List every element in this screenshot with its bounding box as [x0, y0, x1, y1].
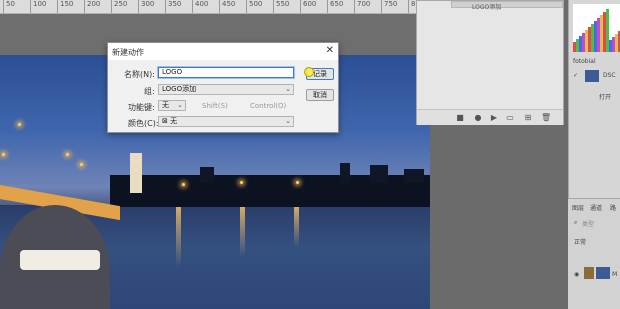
ruler-tick: 300: [137, 0, 155, 13]
action-set-select[interactable]: LOGO添加 ⌄: [158, 84, 294, 95]
ruler-tick: 150: [56, 0, 74, 13]
dialog-title: 新建动作: [112, 48, 144, 57]
layer-name[interactable]: M: [612, 271, 617, 278]
action-set-row[interactable]: LOGO添加: [451, 1, 563, 11]
ruler-tick: 550: [272, 0, 290, 13]
city-light: [240, 181, 243, 184]
actions-panel[interactable]: LOGO添加 ■ ● ▶ ▭ ⊞ 🗑: [416, 0, 564, 125]
ruler-tick: 500: [245, 0, 263, 13]
shift-checkbox[interactable]: Shift(S): [202, 102, 228, 110]
ruler-tick: 400: [191, 0, 209, 13]
tab-channels[interactable]: 通道: [590, 203, 602, 212]
tab-paths[interactable]: 路: [610, 203, 616, 212]
function-key-value: 无: [162, 101, 169, 109]
histogram: [573, 4, 620, 52]
function-key-select[interactable]: 无 ⌄: [158, 100, 186, 111]
layer-thumbnail: [596, 267, 610, 279]
street-light: [80, 163, 83, 166]
chevron-down-icon: ⌄: [177, 101, 183, 109]
color-value: 无: [170, 117, 178, 125]
eye-icon[interactable]: ✓: [573, 72, 578, 79]
layer-thumbnail: [585, 70, 599, 82]
reflection: [176, 207, 181, 267]
name-label: 名称(N):: [124, 70, 155, 79]
building: [404, 169, 424, 183]
ruler-tick: 50: [3, 0, 15, 13]
bridge-lights: [20, 250, 100, 270]
tower: [130, 153, 142, 193]
reflection: [240, 207, 245, 257]
record-icon[interactable]: ●: [473, 113, 483, 123]
close-icon[interactable]: ✕: [326, 45, 334, 56]
color-select[interactable]: ⊠ 无 ⌄: [158, 116, 294, 127]
ruler-tick: 100: [29, 0, 47, 13]
ruler-tick: 350: [164, 0, 182, 13]
play-icon[interactable]: ▶: [489, 113, 499, 123]
search-icon[interactable]: ⌕: [574, 219, 577, 227]
blend-mode-select[interactable]: 正常: [574, 237, 586, 246]
new-action-dialog[interactable]: 新建动作 ✕ 名称(N): LOGO 组: LOGO添加 ⌄ 功能键: 无 ⌄ …: [107, 42, 339, 133]
cancel-button[interactable]: 取消: [306, 89, 334, 101]
color-swatch-icon: ⊠: [162, 117, 168, 125]
document-name: DSC: [603, 72, 616, 79]
ruler-tick: 750: [380, 0, 398, 13]
tab-layers[interactable]: 图层: [572, 203, 584, 212]
ruler-tick: 600: [299, 0, 317, 13]
control-checkbox[interactable]: Control(O): [250, 102, 286, 110]
city-light: [296, 181, 299, 184]
top-ruler: 50 100 150 200 250 300 350 400 450 500 550 600 650 70…: [0, 0, 430, 14]
layer-filter-input[interactable]: 类型: [582, 219, 594, 228]
layers-panel: 图层 通道 路 ⌕ 类型 正常 ◉ M: [568, 198, 620, 309]
building: [340, 163, 350, 183]
building: [370, 165, 388, 183]
stop-icon[interactable]: ■: [455, 113, 465, 123]
function-key-label: 功能键:: [128, 103, 155, 112]
street-light: [66, 153, 69, 156]
history-open-label[interactable]: 打开: [599, 92, 611, 101]
cursor-highlight: [304, 67, 314, 77]
eye-icon[interactable]: ◉: [574, 271, 579, 278]
building: [200, 167, 214, 183]
ruler-tick: 700: [353, 0, 371, 13]
ruler-tick: 250: [110, 0, 128, 13]
reflection: [294, 207, 299, 247]
street-light: [18, 123, 21, 126]
action-set-value: LOGO添加: [162, 85, 197, 93]
set-label: 组:: [144, 87, 155, 96]
dialog-titlebar[interactable]: 新建动作 ✕: [108, 43, 338, 60]
layer-comp-label: fotobial: [573, 58, 596, 65]
ruler-tick: 650: [326, 0, 344, 13]
new-icon[interactable]: ⊞: [523, 113, 533, 123]
actions-toolbar: ■ ● ▶ ▭ ⊞ 🗑: [417, 109, 563, 125]
street-light: [2, 153, 5, 156]
trash-icon[interactable]: 🗑: [541, 113, 551, 123]
ruler-tick: 450: [218, 0, 236, 13]
chevron-down-icon: ⌄: [285, 85, 291, 93]
layer-mask-thumbnail: [584, 267, 594, 279]
color-label: 颜色(C):: [128, 119, 159, 128]
city-light: [182, 183, 185, 186]
ruler-tick: 200: [83, 0, 101, 13]
action-name-input[interactable]: LOGO: [158, 67, 294, 78]
folder-icon[interactable]: ▭: [505, 113, 515, 123]
chevron-down-icon: ⌄: [285, 117, 291, 125]
